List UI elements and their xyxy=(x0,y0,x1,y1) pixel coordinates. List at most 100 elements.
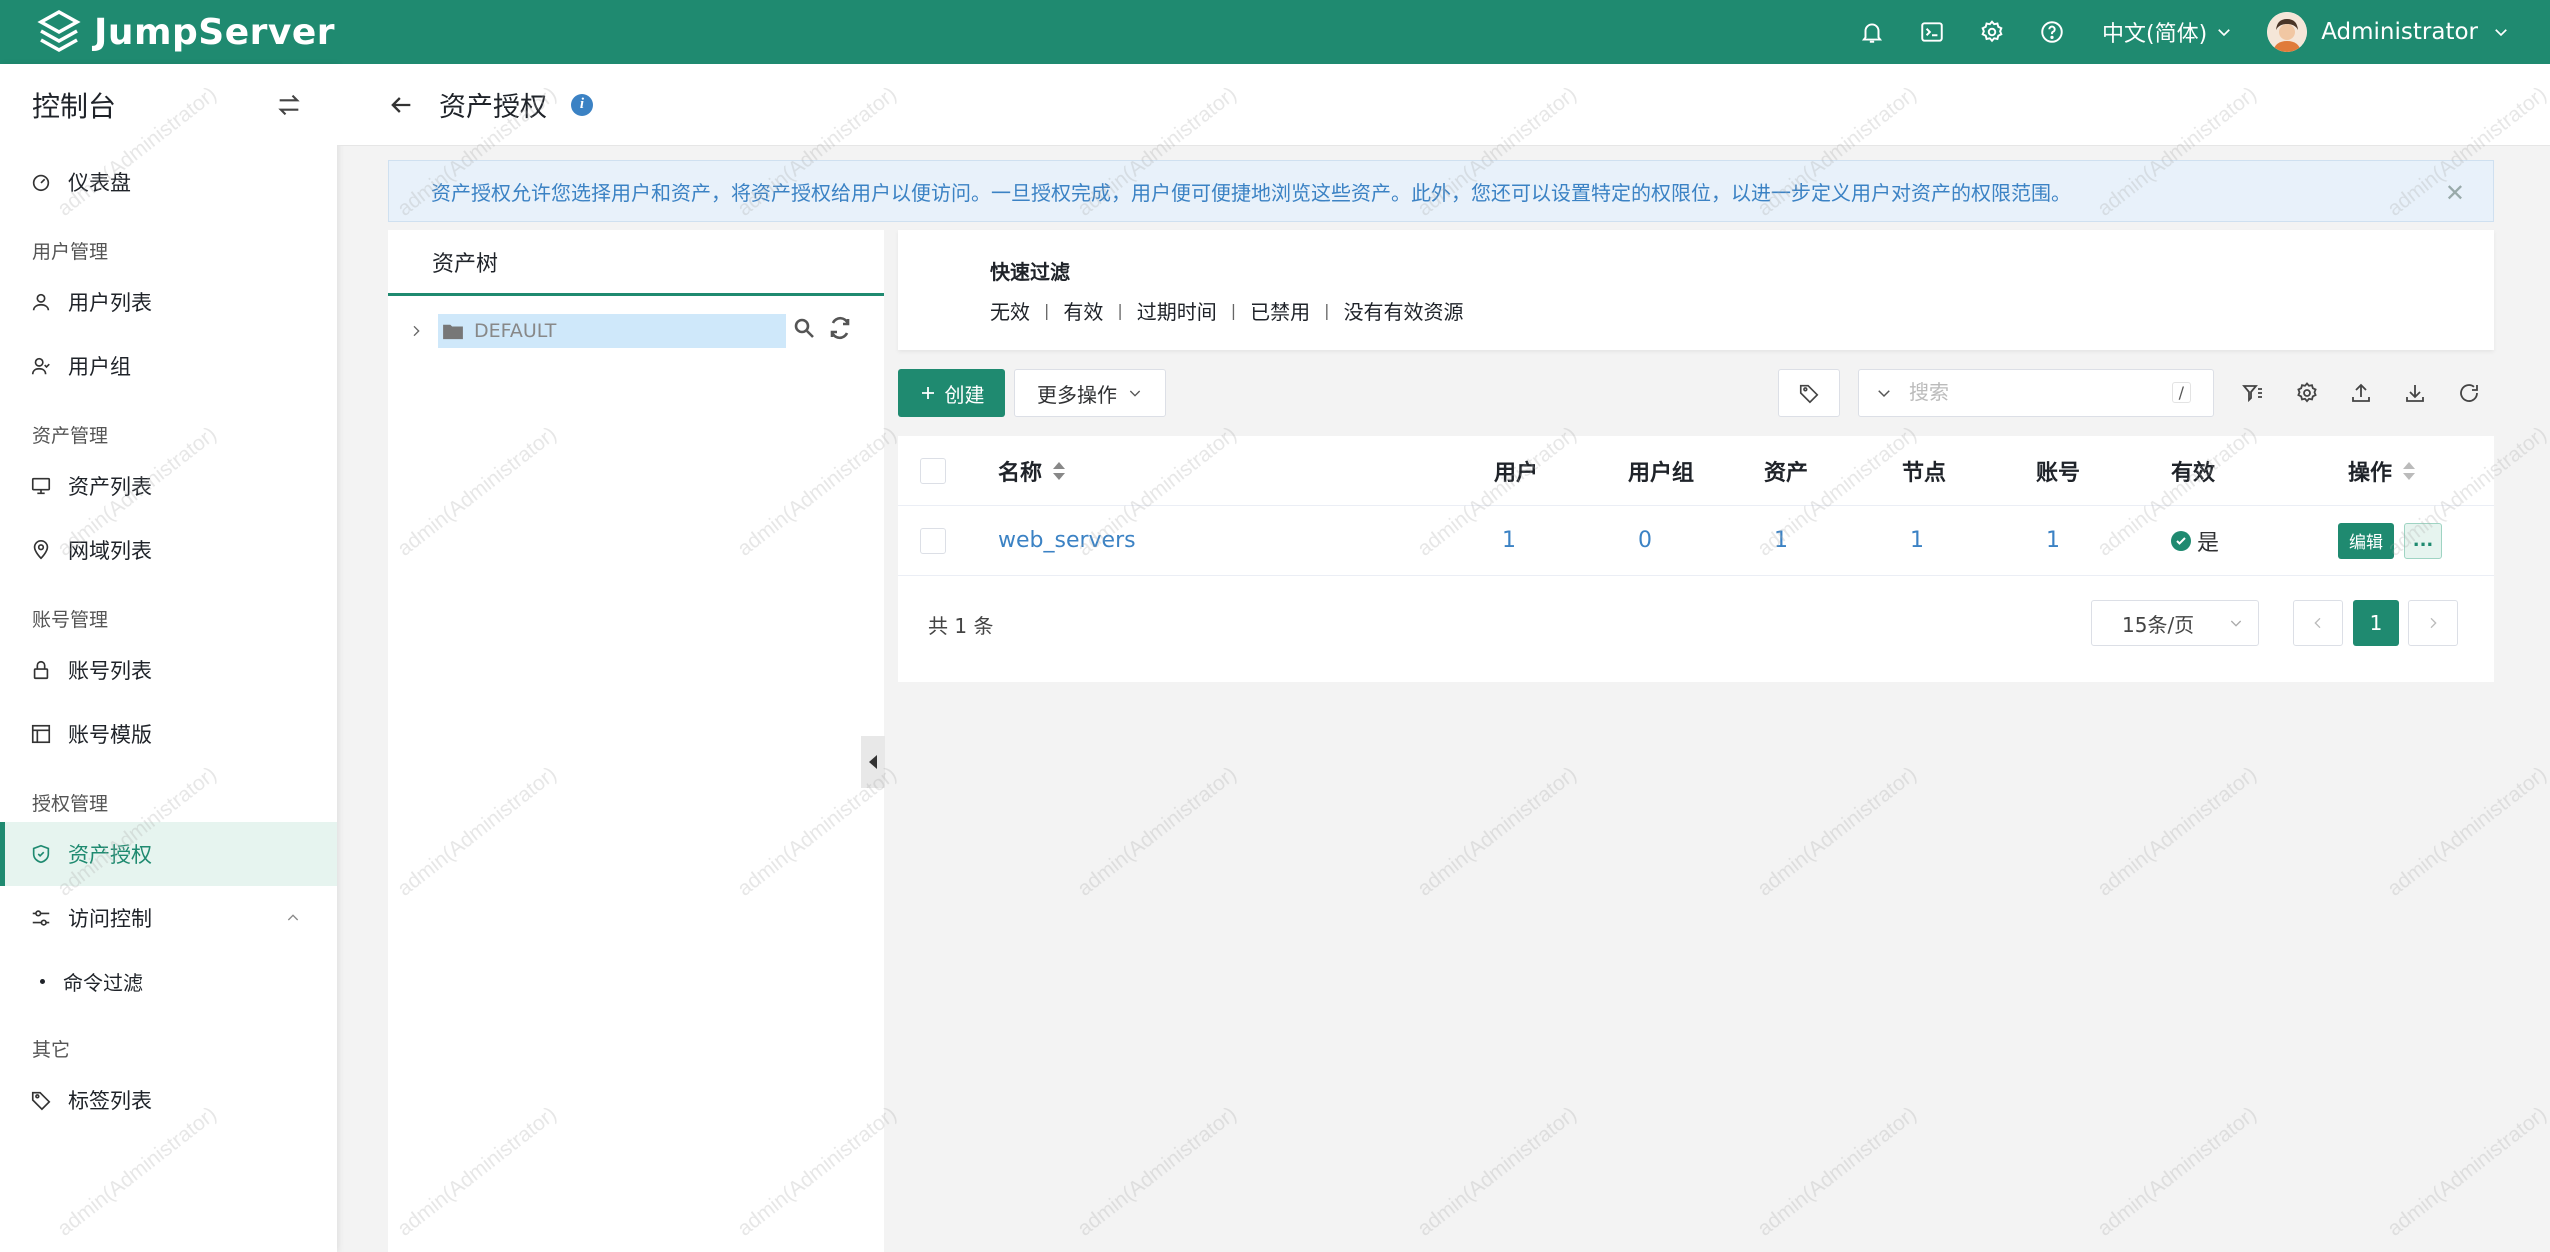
terminal-icon[interactable] xyxy=(1902,0,1962,64)
jumpserver-logo-icon xyxy=(36,9,82,55)
label-filter-button[interactable] xyxy=(1778,369,1840,417)
sidebar-item-account-template[interactable]: 账号模版 xyxy=(0,702,337,766)
sidebar-item-account-list[interactable]: 账号列表 xyxy=(0,638,337,702)
row-accounts-count[interactable]: 1 xyxy=(2046,528,2060,553)
column-actions[interactable]: 操作 xyxy=(2348,455,2416,487)
table-row: web_servers 1 0 1 1 1 是 编辑 ... xyxy=(898,506,2494,576)
collapse-tree-button[interactable] xyxy=(861,736,885,788)
refresh-icon[interactable] xyxy=(828,316,852,340)
bell-icon[interactable] xyxy=(1842,0,1902,64)
tab-asset-tree[interactable]: 资产树 xyxy=(388,230,884,296)
filter-no-resources[interactable]: 没有有效资源 xyxy=(1344,296,1464,325)
sidebar: 控制台 仪表盘 用户管理 用户列表 用户组 资产管理 资产列表 网域列表 账号管… xyxy=(0,64,337,1252)
bullet-icon xyxy=(40,978,45,984)
chevron-down-icon[interactable] xyxy=(1875,384,1893,402)
prev-page-button[interactable] xyxy=(2293,600,2343,646)
next-page-button[interactable] xyxy=(2408,600,2458,646)
alert-text: 资产授权允许您选择用户和资产，将资产授权给用户以便访问。一旦授权完成，用户便可便… xyxy=(431,180,2071,205)
sidebar-item-user-group[interactable]: 用户组 xyxy=(0,334,337,398)
column-label: 名称 xyxy=(998,460,1043,486)
column-label: 操作 xyxy=(2348,460,2393,486)
separator: | xyxy=(1044,301,1050,320)
page-number-current[interactable]: 1 xyxy=(2353,600,2399,646)
sidebar-item-label: 网域列表 xyxy=(68,539,152,563)
filter-valid[interactable]: 有效 xyxy=(1063,296,1103,325)
row-users-count[interactable]: 1 xyxy=(1502,528,1516,553)
chevron-down-icon xyxy=(2492,23,2510,41)
sidebar-section-permissions: 授权管理 xyxy=(32,793,109,815)
monitor-icon xyxy=(30,475,52,497)
sidebar-item-label: 账号模版 xyxy=(68,723,152,747)
tag-icon xyxy=(1798,382,1820,404)
separator: | xyxy=(1324,301,1330,320)
chevron-right-icon xyxy=(2425,615,2441,631)
sidebar-item-label: 用户组 xyxy=(68,355,131,379)
sidebar-section-accounts: 账号管理 xyxy=(32,609,109,631)
download-icon[interactable] xyxy=(2388,369,2442,417)
column-name[interactable]: 名称 xyxy=(998,455,1066,487)
more-button[interactable]: ... xyxy=(2404,522,2442,559)
sort-icon xyxy=(1052,460,1066,482)
sidebar-item-zone-list[interactable]: 网域列表 xyxy=(0,518,337,582)
row-checkbox[interactable] xyxy=(920,527,946,554)
column-users: 用户 xyxy=(1494,460,1539,486)
chevron-right-icon[interactable] xyxy=(408,323,424,339)
sidebar-item-label: 命令过滤 xyxy=(63,970,143,995)
sidebar-item-label-list[interactable]: 标签列表 xyxy=(0,1068,337,1132)
upload-icon[interactable] xyxy=(2334,369,2388,417)
watermark-text: admin(Administrator) xyxy=(1073,762,1242,901)
table-header: 名称 用户 用户组 资产 节点 账号 有效 操作 xyxy=(898,436,2494,506)
sidebar-item-access-control[interactable]: 访问控制 xyxy=(0,886,337,950)
info-icon[interactable]: i xyxy=(571,93,593,116)
check-circle-icon xyxy=(2171,530,2191,551)
edit-button[interactable]: 编辑 xyxy=(2338,522,2394,559)
user-menu[interactable]: Administrator xyxy=(2267,12,2510,52)
help-icon[interactable] xyxy=(2022,0,2082,64)
sidebar-item-user-list[interactable]: 用户列表 xyxy=(0,270,337,334)
filter-invalid[interactable]: 无效 xyxy=(990,296,1030,325)
row-assets-count[interactable]: 1 xyxy=(1774,528,1788,553)
filter-columns-icon[interactable] xyxy=(2226,369,2280,417)
brand-logo[interactable]: JumpServer xyxy=(36,9,335,55)
sidebar-section-assets: 资产管理 xyxy=(32,425,109,447)
page-header: 资产授权 i xyxy=(337,64,2550,146)
back-arrow-icon[interactable] xyxy=(387,91,415,119)
shield-check-icon xyxy=(30,843,52,865)
search-icon[interactable] xyxy=(792,316,816,340)
filter-disabled[interactable]: 已禁用 xyxy=(1250,296,1310,325)
sidebar-item-asset-permission[interactable]: 资产授权 xyxy=(0,822,337,886)
tree-node-label[interactable]: DEFAULT xyxy=(438,314,786,348)
sidebar-item-dashboard[interactable]: 仪表盘 xyxy=(0,150,337,214)
row-name-link[interactable]: web_servers xyxy=(998,528,1136,553)
chevron-down-icon xyxy=(2215,23,2233,41)
language-selector[interactable]: 中文(简体) xyxy=(2102,16,2233,48)
row-nodes-count[interactable]: 1 xyxy=(1910,528,1924,553)
row-user-groups-count[interactable]: 0 xyxy=(1638,528,1652,553)
search-input[interactable] xyxy=(1909,381,2159,405)
watermark-text: admin(Administrator) xyxy=(2383,1102,2550,1241)
search-box[interactable]: / xyxy=(1858,369,2214,417)
page-size-value: 15条/页 xyxy=(2122,612,2195,637)
gear-icon[interactable] xyxy=(1962,0,2022,64)
info-alert: 资产授权允许您选择用户和资产，将资产授权给用户以便访问。一旦授权完成，用户便可便… xyxy=(388,160,2494,222)
search-shortcut-hint: / xyxy=(2171,382,2191,403)
sidebar-item-asset-list[interactable]: 资产列表 xyxy=(0,454,337,518)
sidebar-item-label: 仪表盘 xyxy=(68,171,131,195)
sidebar-item-command-filter[interactable]: 命令过滤 xyxy=(0,950,337,1012)
select-all-checkbox[interactable] xyxy=(920,457,946,484)
avatar xyxy=(2267,12,2308,52)
tree-node-default[interactable]: DEFAULT xyxy=(408,314,786,348)
settings-icon[interactable] xyxy=(2280,369,2334,417)
filter-expired[interactable]: 过期时间 xyxy=(1137,296,1217,325)
more-actions-label: 更多操作 xyxy=(1037,382,1117,407)
switch-view-icon[interactable] xyxy=(275,91,303,119)
permission-table: 名称 用户 用户组 资产 节点 账号 有效 操作 web_servers 1 0… xyxy=(898,436,2494,682)
page-title: 资产授权 xyxy=(439,92,547,123)
page-size-select[interactable]: 15条/页 xyxy=(2091,600,2259,646)
sidebar-section-other: 其它 xyxy=(32,1039,71,1061)
refresh-icon[interactable] xyxy=(2442,369,2496,417)
close-icon[interactable]: ✕ xyxy=(2445,179,2465,207)
more-actions-button[interactable]: 更多操作 xyxy=(1014,369,1166,417)
create-button[interactable]: 创建 xyxy=(898,369,1005,417)
column-assets: 资产 xyxy=(1764,460,1809,486)
